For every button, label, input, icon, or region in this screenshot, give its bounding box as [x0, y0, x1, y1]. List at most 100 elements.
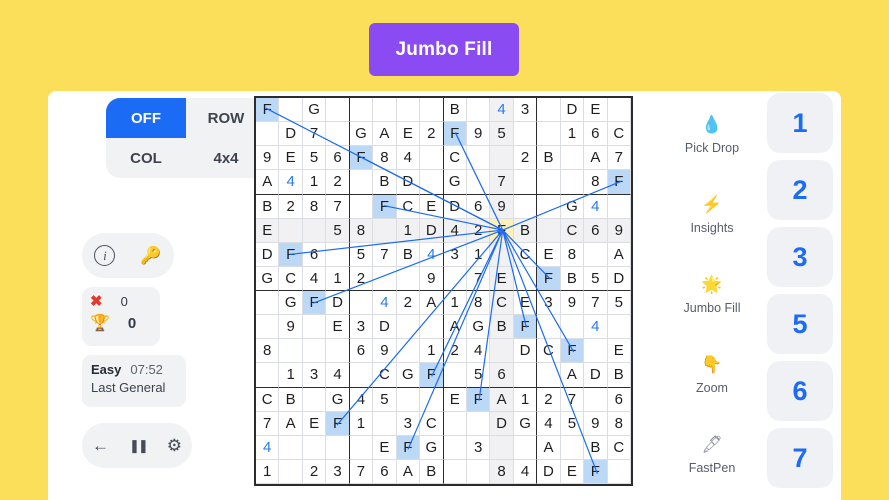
grid-cell[interactable] [256, 315, 280, 340]
grid-cell[interactable]: E [326, 315, 350, 340]
grid-cell[interactable]: F [490, 218, 514, 243]
grid-cell[interactable] [537, 363, 561, 388]
grid-cell[interactable]: D [443, 194, 467, 219]
grid-cell[interactable] [513, 194, 538, 219]
grid-cell[interactable]: 8 [466, 291, 491, 316]
grid-cell[interactable]: 1 [420, 339, 444, 364]
grid-cell[interactable]: 3 [349, 315, 374, 340]
grid-cell[interactable]: F [256, 98, 280, 123]
grid-cell[interactable] [396, 266, 421, 291]
grid-cell[interactable]: G [466, 315, 491, 340]
grid-cell[interactable]: 4 [584, 194, 608, 219]
grid-cell[interactable] [420, 387, 444, 412]
grid-cell[interactable]: 8 [302, 194, 327, 219]
grid-cell[interactable]: B [279, 387, 303, 412]
grid-cell[interactable]: 1 [443, 291, 467, 316]
grid-cell[interactable]: C [373, 363, 397, 388]
grid-cell[interactable] [490, 435, 514, 460]
grid-cell[interactable] [326, 122, 350, 147]
grid-cell[interactable]: 3 [537, 291, 561, 316]
grid-cell[interactable]: 2 [349, 266, 374, 291]
grid-cell[interactable] [560, 146, 585, 171]
grid-cell[interactable]: B [513, 218, 538, 243]
grid-cell[interactable]: F [279, 242, 303, 267]
grid-cell[interactable] [490, 146, 514, 171]
grid-cell[interactable]: F [584, 459, 608, 484]
grid-cell[interactable] [490, 242, 514, 267]
grid-cell[interactable]: D [513, 339, 538, 364]
grid-cell[interactable] [537, 194, 561, 219]
grid-cell[interactable]: 7 [326, 194, 350, 219]
grid-cell[interactable]: 9 [607, 218, 631, 243]
grid-cell[interactable] [279, 435, 303, 460]
mode-selector[interactable]: OFF ROW COL 4x4 [106, 98, 266, 178]
grid-cell[interactable]: B [537, 146, 561, 171]
grid-cell[interactable] [302, 435, 327, 460]
grid-cell[interactable]: A [584, 146, 608, 171]
grid-cell[interactable]: 7 [560, 387, 585, 412]
grid-cell[interactable] [420, 98, 444, 123]
grid-cell[interactable]: 1 [349, 411, 374, 436]
grid-cell[interactable]: 5 [584, 266, 608, 291]
grid-cell[interactable]: 4 [537, 411, 561, 436]
numpad-key-1[interactable]: 1 [767, 93, 833, 153]
grid-cell[interactable]: 7 [373, 242, 397, 267]
grid-cell[interactable]: 2 [396, 291, 421, 316]
numpad-key-5[interactable]: 5 [767, 294, 833, 354]
grid-cell[interactable]: D [560, 98, 585, 123]
grid-cell[interactable]: 1 [396, 218, 421, 243]
grid-cell[interactable]: B [607, 363, 631, 388]
grid-cell[interactable] [349, 194, 374, 219]
grid-cell[interactable]: C [256, 387, 280, 412]
grid-cell[interactable]: 6 [466, 194, 491, 219]
grid-cell[interactable]: D [326, 291, 350, 316]
grid-cell[interactable]: 4 [349, 387, 374, 412]
grid-cell[interactable]: G [349, 122, 374, 147]
grid-cell[interactable]: 2 [443, 339, 467, 364]
grid-cell[interactable]: E [279, 146, 303, 171]
grid-cell[interactable]: 1 [256, 459, 280, 484]
grid-cell[interactable]: D [537, 459, 561, 484]
grid-cell[interactable]: E [256, 218, 280, 243]
back-button[interactable]: ← [92, 436, 109, 456]
grid-cell[interactable]: 7 [466, 266, 491, 291]
grid-cell[interactable] [607, 459, 631, 484]
grid-cell[interactable]: 9 [560, 291, 585, 316]
grid-cell[interactable] [256, 291, 280, 316]
grid-cell[interactable] [513, 435, 538, 460]
grid-cell[interactable]: C [607, 435, 631, 460]
grid-cell[interactable]: 4 [326, 363, 350, 388]
grid-cell[interactable]: 4 [420, 242, 444, 267]
grid-cell[interactable]: A [396, 459, 421, 484]
grid-cell[interactable] [373, 218, 397, 243]
grid-cell[interactable]: 3 [302, 363, 327, 388]
grid-cell[interactable]: A [373, 122, 397, 147]
grid-cell[interactable]: B [373, 170, 397, 195]
settings-gear-icon[interactable]: ⚙ [167, 436, 182, 456]
grid-cell[interactable]: C [420, 411, 444, 436]
grid-cell[interactable]: F [513, 315, 538, 340]
grid-cell[interactable]: D [256, 242, 280, 267]
grid-cell[interactable] [490, 339, 514, 364]
grid-cell[interactable]: A [420, 291, 444, 316]
grid-cell[interactable] [443, 459, 467, 484]
mode-col-button[interactable]: COL [106, 138, 186, 178]
grid-cell[interactable]: 2 [279, 194, 303, 219]
grid-cell[interactable]: A [443, 315, 467, 340]
grid-cell[interactable] [584, 387, 608, 412]
grid-cell[interactable]: C [537, 339, 561, 364]
grid-cell[interactable]: 5 [326, 218, 350, 243]
grid-cell[interactable]: 7 [349, 459, 374, 484]
grid-cell[interactable] [279, 459, 303, 484]
grid-cell[interactable]: 1 [513, 387, 538, 412]
grid-cell[interactable] [349, 170, 374, 195]
grid-cell[interactable] [326, 339, 350, 364]
grid-cell[interactable] [279, 98, 303, 123]
grid-cell[interactable] [584, 242, 608, 267]
grid-cell[interactable]: F [373, 194, 397, 219]
grid-cell[interactable]: 1 [302, 170, 327, 195]
numpad-key-3[interactable]: 3 [767, 227, 833, 287]
grid-cell[interactable]: D [584, 363, 608, 388]
grid-cell[interactable]: 5 [490, 122, 514, 147]
numpad-key-7[interactable]: 7 [767, 428, 833, 488]
